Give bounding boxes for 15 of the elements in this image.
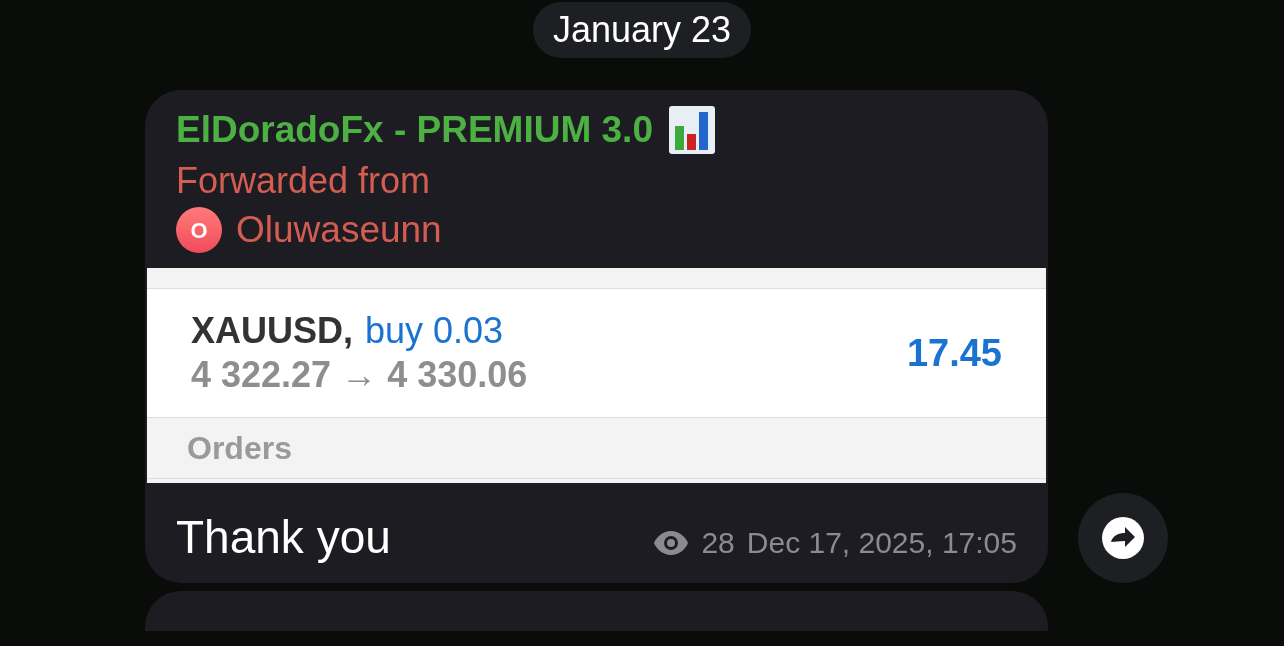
eye-icon (653, 529, 690, 556)
message-text: Thank you (176, 510, 391, 565)
message-timestamp: Dec 17, 2025, 17:05 (746, 525, 1017, 561)
author-name[interactable]: Oluwaseunn (236, 206, 442, 254)
trade-action: buy 0.03 (365, 309, 504, 353)
trade-prices: 4 322.27 → 4 330.06 (191, 353, 528, 397)
author-avatar: O (176, 207, 222, 253)
channel-name[interactable]: ElDoradoFx - PREMIUM 3.0 (176, 104, 653, 156)
view-count: 28 (701, 525, 735, 561)
trade-screenshot[interactable]: XAUUSD, buy 0.03 4 322.27 → 4 330.06 17.45 Orders (147, 268, 1046, 483)
bar-chart-icon (668, 106, 715, 154)
trade-profit: 17.45 (906, 330, 1002, 376)
forwarded-label: Forwarded from (176, 159, 432, 203)
orders-section-label: Orders (187, 430, 292, 466)
trade-symbol: XAUUSD, (191, 309, 354, 353)
